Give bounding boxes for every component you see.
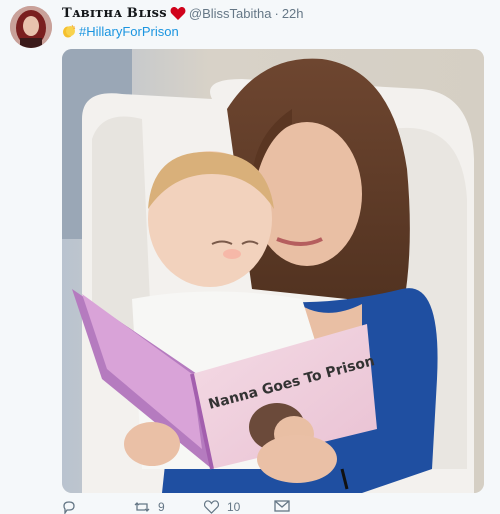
like-button[interactable]: 10 <box>204 500 240 514</box>
reply-button[interactable] <box>62 500 84 514</box>
display-name[interactable]: Tᴀʙɪᴛʜᴀ Bʟɪss <box>62 6 167 21</box>
retweet-icon <box>134 502 150 512</box>
retweet-count: 9 <box>158 500 165 514</box>
tweet-photo[interactable]: Nanna Goes To Prison <box>62 49 484 493</box>
like-icon <box>204 500 219 514</box>
tweet-actions: 9 10 <box>62 500 362 514</box>
heart-icon <box>170 6 186 21</box>
reply-icon <box>63 501 75 514</box>
separator: · <box>274 5 279 21</box>
avatar-image <box>10 6 52 48</box>
photo-image: Nanna Goes To Prison <box>62 49 484 493</box>
avatar[interactable] <box>10 6 52 48</box>
hashtag-link[interactable]: #HillaryForPrison <box>79 24 179 39</box>
tweet-text: #HillaryForPrison <box>62 22 179 40</box>
user-handle[interactable]: @BlissTabitha <box>189 6 272 21</box>
clapping-hands-icon <box>62 24 76 38</box>
retweet-button[interactable]: 9 <box>134 500 165 514</box>
like-count: 10 <box>227 500 241 514</box>
envelope-icon <box>274 500 290 512</box>
timestamp[interactable]: 22h <box>282 6 304 21</box>
direct-message-button[interactable] <box>274 500 290 512</box>
tweet[interactable]: Tᴀʙɪᴛʜᴀ Bʟɪss @BlissTabitha · 22h #Hilla… <box>0 0 500 514</box>
tweet-header: Tᴀʙɪᴛʜᴀ Bʟɪss @BlissTabitha · 22h <box>62 4 304 22</box>
